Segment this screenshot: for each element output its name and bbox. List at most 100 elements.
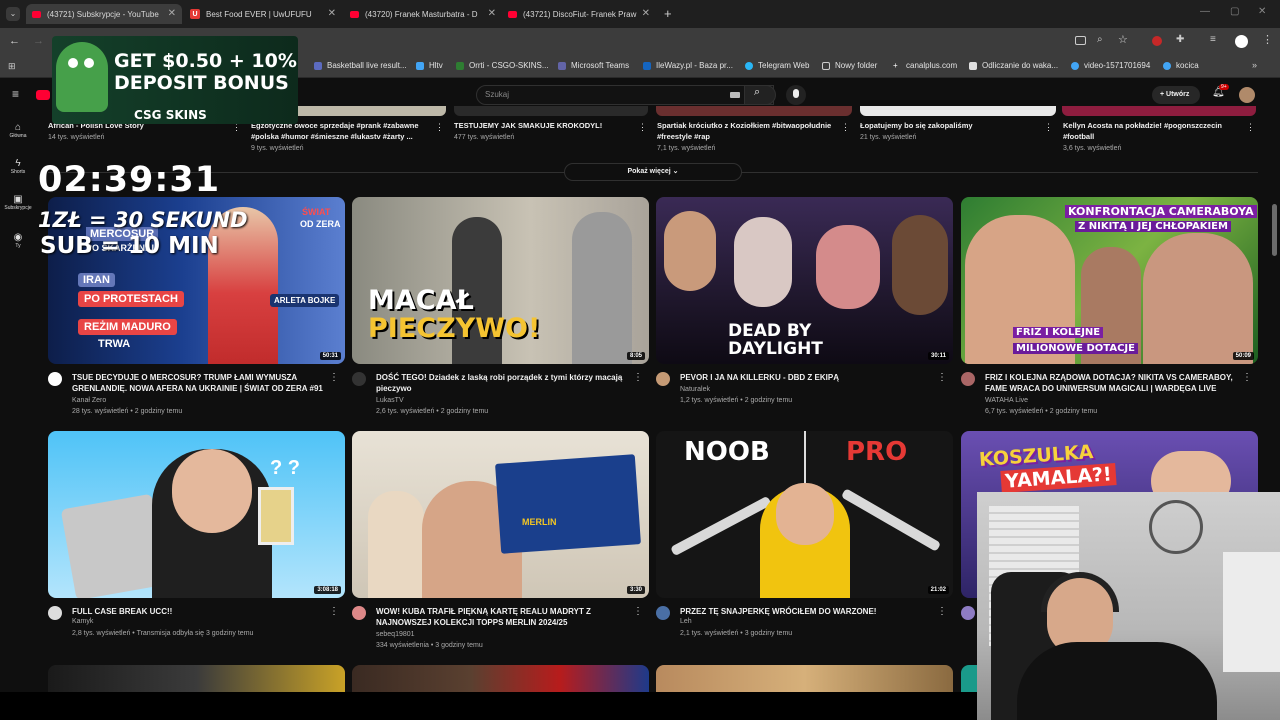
more-bookmarks-icon[interactable]: »	[1252, 60, 1257, 70]
channel-avatar[interactable]	[48, 372, 62, 386]
channel-avatar[interactable]	[352, 606, 366, 620]
channel-avatar[interactable]	[48, 606, 62, 620]
zoom-icon[interactable]: ⌕	[1097, 34, 1103, 45]
bookmark-star-icon[interactable]: ☆	[1118, 33, 1128, 46]
tab-best-food[interactable]: U Best Food EVER | UwUFUFU ✕	[190, 4, 340, 24]
video-card[interactable]: NOOB PRO 21:02 PRZEZ TĘ SNAJPERKĘ WRÓCIŁ…	[656, 431, 953, 651]
more-options-icon[interactable]: ⋮	[1242, 372, 1252, 383]
short-thumb[interactable]	[1062, 106, 1256, 116]
bookmark-hltv[interactable]: Hltv	[416, 61, 443, 70]
video-thumbnail[interactable]: ? ? 3:08:18	[48, 431, 345, 598]
browser-menu-icon[interactable]: ⋮	[1262, 33, 1273, 46]
close-tab-icon[interactable]: ✕	[168, 8, 176, 19]
short-item[interactable]: Łopatujemy bo się zakopaliśmy 21 tys. wy…	[860, 120, 1040, 141]
bookmark-video[interactable]: video-1571701694	[1071, 61, 1150, 70]
bookmark-orrti[interactable]: Orrti - CSGO-SKINS...	[456, 61, 549, 70]
video-card[interactable]: KONFRONTACJA CAMERABOYA Z NIKITĄ I JEJ C…	[961, 197, 1258, 417]
sidebar-item-you[interactable]: ◉ Ty	[0, 232, 36, 249]
extensions-puzzle-icon[interactable]: ✚	[1176, 34, 1184, 45]
video-card[interactable]: DEAD BY DAYLIGHT 30:11 PEVOR I JA NA KIL…	[656, 197, 953, 417]
minimize-icon[interactable]: —	[1200, 6, 1210, 17]
video-title[interactable]: WOW! KUBA TRAFIŁ PIĘKNĄ KARTĘ REALU MADR…	[376, 606, 636, 628]
bookmark-kocica[interactable]: kocica	[1163, 61, 1199, 70]
more-options-icon[interactable]: ⋮	[1246, 122, 1255, 133]
youtube-logo-icon[interactable]	[36, 90, 50, 100]
maximize-icon[interactable]: ▢	[1230, 6, 1239, 17]
cast-icon[interactable]	[1075, 36, 1086, 45]
extension-red-icon[interactable]	[1152, 36, 1162, 46]
more-options-icon[interactable]: ⋮	[633, 372, 643, 383]
close-tab-icon[interactable]: ✕	[642, 8, 650, 19]
apps-grid-icon[interactable]: ⊞	[8, 61, 16, 72]
more-options-icon[interactable]: ⋮	[435, 122, 444, 133]
profile-avatar[interactable]	[1235, 35, 1248, 48]
short-item[interactable]: Egzotyczne owoce sprzedaje #prank #zabaw…	[251, 120, 431, 152]
back-icon[interactable]: ←	[9, 35, 20, 47]
short-thumb[interactable]	[656, 106, 852, 116]
video-title[interactable]: TSUE DECYDUJE O MERCOSUR? TRUMP ŁAMI WYM…	[72, 372, 332, 394]
channel-name[interactable]: Naturalek	[680, 386, 710, 393]
close-tab-icon[interactable]: ✕	[488, 8, 496, 19]
short-item[interactable]: Kellyn Acosta na pokładzie! #pogonszczec…	[1063, 120, 1243, 152]
tab-franek-2[interactable]: (43721) DiscoFiut- Franek Praw ✕	[508, 4, 654, 24]
sidebar-item-shorts[interactable]: ϟ Shorts	[0, 158, 36, 175]
bookmark-ilewazy[interactable]: IleWazy.pl - Baza pr...	[643, 61, 733, 70]
tab-subscriptions[interactable]: (43721) Subskrypcje - YouTube ✕	[26, 4, 182, 24]
video-thumbnail[interactable]	[352, 665, 649, 695]
reading-list-icon[interactable]: ≡	[1210, 34, 1216, 45]
hamburger-menu-icon[interactable]: ≡	[12, 87, 19, 101]
account-avatar[interactable]	[1239, 87, 1255, 103]
more-options-icon[interactable]: ⋮	[633, 606, 643, 617]
more-options-icon[interactable]: ⋮	[937, 606, 947, 617]
bookmark-teams[interactable]: Microsoft Teams	[558, 61, 629, 70]
channel-avatar[interactable]	[961, 372, 975, 386]
video-thumbnail[interactable]: DEAD BY DAYLIGHT 30:11	[656, 197, 953, 364]
sidebar-item-home[interactable]: ⌂ Główna	[0, 122, 36, 139]
channel-name[interactable]: Kanał Zero	[72, 397, 106, 404]
more-options-icon[interactable]: ⋮	[1044, 122, 1053, 133]
show-more-button[interactable]: Pokaż więcej ⌄	[564, 163, 742, 181]
video-thumbnail[interactable]: MERLIN 3:30	[352, 431, 649, 598]
more-options-icon[interactable]: ⋮	[638, 122, 647, 133]
video-title[interactable]: FRIZ I KOLEJNA RZĄDOWA DOTACJA? NIKITA V…	[985, 372, 1245, 394]
video-card[interactable]: MACAŁ PIECZYWO! 8:05 DOŚĆ TEGO! Dziadek …	[352, 197, 649, 417]
tab-franek-1[interactable]: (43720) Franek Masturbatra - D ✕	[350, 4, 500, 24]
channel-name[interactable]: Kamyk	[72, 618, 93, 625]
channel-avatar[interactable]	[961, 606, 975, 620]
bookmark-telegram[interactable]: Telegram Web	[745, 61, 809, 70]
channel-name[interactable]: WATAHA Live	[985, 397, 1028, 404]
short-thumb[interactable]	[454, 106, 648, 116]
forward-icon[interactable]: →	[33, 35, 44, 47]
keyboard-icon[interactable]	[730, 92, 740, 98]
more-options-icon[interactable]: ⋮	[937, 372, 947, 383]
video-title[interactable]: FULL CASE BREAK UCC!!	[72, 606, 332, 617]
more-options-icon[interactable]: ⋮	[329, 372, 339, 383]
channel-avatar[interactable]	[656, 372, 670, 386]
short-item[interactable]: Spartiak króciutko z Koziołkiem #bitwaop…	[657, 120, 837, 152]
video-thumbnail[interactable]: MACAŁ PIECZYWO! 8:05	[352, 197, 649, 364]
new-tab-button[interactable]: +	[664, 6, 672, 21]
bookmark-folder[interactable]: Nowy folder	[822, 61, 877, 70]
bookmark-odliczanie[interactable]: Odliczanie do waka...	[969, 61, 1058, 70]
video-thumbnail[interactable]	[656, 665, 953, 695]
channel-avatar[interactable]	[656, 606, 670, 620]
bookmark-canalplus[interactable]: + canalplus.com	[893, 61, 957, 70]
channel-name[interactable]: Leh	[680, 618, 692, 625]
video-title[interactable]: PEVOR I JA NA KILLERKU - DBD Z EKIPĄ	[680, 372, 940, 383]
close-tab-icon[interactable]: ✕	[328, 8, 336, 19]
tab-list-chevron-icon[interactable]: ⌄	[6, 7, 20, 21]
short-item[interactable]: TESTUJEMY JAK SMAKUJE KROKODYL! 477 tys.…	[454, 120, 634, 141]
more-options-icon[interactable]: ⋮	[841, 122, 850, 133]
video-title[interactable]: PRZEZ TĘ SNAJPERKĘ WRÓCIŁEM DO WARZONE!	[680, 606, 940, 617]
channel-name[interactable]: LukasTV	[376, 397, 404, 404]
video-thumbnail[interactable]: KONFRONTACJA CAMERABOYA Z NIKITĄ I JEJ C…	[961, 197, 1258, 364]
short-thumb[interactable]	[860, 106, 1056, 116]
more-options-icon[interactable]: ⋮	[329, 606, 339, 617]
create-button[interactable]: + Utwórz	[1152, 86, 1200, 104]
sidebar-item-subscriptions[interactable]: ▣ Subskrypcje	[0, 194, 36, 211]
video-card[interactable]: MERLIN 3:30 WOW! KUBA TRAFIŁ PIĘKNĄ KART…	[352, 431, 649, 651]
video-thumbnail[interactable]	[48, 665, 345, 695]
close-window-icon[interactable]: ✕	[1258, 6, 1266, 17]
video-thumbnail[interactable]: NOOB PRO 21:02	[656, 431, 953, 598]
channel-avatar[interactable]	[352, 372, 366, 386]
